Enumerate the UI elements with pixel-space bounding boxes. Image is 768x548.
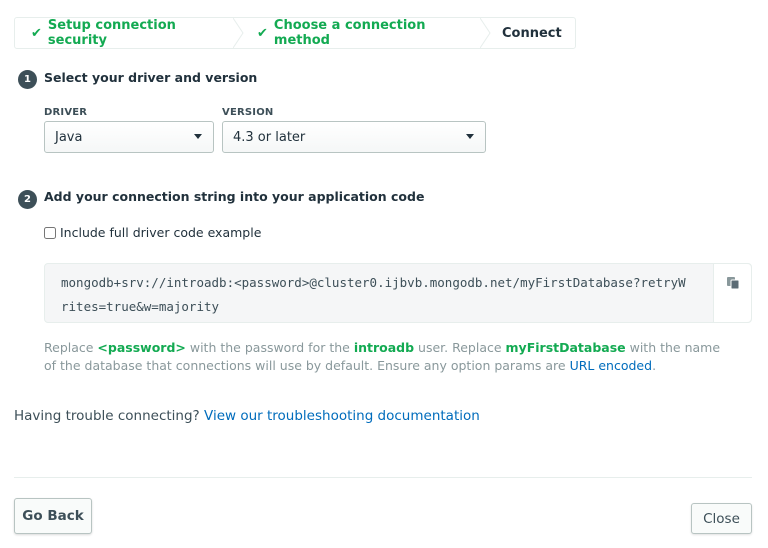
driver-select-value: Java [55,129,83,145]
caret-down-icon [194,134,202,139]
version-select[interactable]: 4.3 or later [222,121,486,153]
note-text: with the password for the [185,340,354,355]
include-example-checkbox[interactable] [44,226,56,239]
step-setup-security[interactable]: ✔ Setup connection security [15,18,244,48]
url-encoded-link[interactable]: URL encoded [570,358,652,373]
connection-string-text[interactable]: mongodb+srv://introadb:<password>@cluste… [61,271,691,319]
connection-steps: ✔ Setup connection security ✔ Choose a c… [14,17,576,49]
copy-icon [726,277,739,290]
chevron-separator-icon [233,18,244,48]
include-example-option[interactable]: Include full driver code example [44,225,261,240]
troubleshooting-link[interactable]: View our troubleshooting documentation [204,408,480,424]
note-db-highlight: myFirstDatabase [505,340,626,355]
note-text: user. Replace [414,340,506,355]
step-label: Choose a connection method [273,18,426,48]
driver-select[interactable]: Java [44,121,214,153]
close-button[interactable]: Close [691,503,752,534]
version-select-value: 4.3 or later [233,129,306,145]
step-label: Setup connection security [47,18,176,48]
step-connection-method[interactable]: ✔ Choose a connection method [239,18,491,48]
note-password-highlight: <password> [97,340,186,355]
connection-string-box: mongodb+srv://introadb:<password>@cluste… [44,263,752,323]
note-text: . [652,358,657,373]
section-title-connection-string: Add your connection string into your app… [44,189,425,204]
step-label: Connect [502,25,562,41]
connection-note: Replace <password> with the password for… [44,339,734,375]
trouble-text: Having trouble connecting? [14,408,205,424]
trouble-connecting: Having trouble connecting? View our trou… [14,408,480,424]
note-user-highlight: introadb [353,340,415,355]
step-connect[interactable]: Connect [486,18,575,48]
version-label: VERSION [222,107,274,118]
note-text: Replace [44,340,98,355]
copy-button[interactable] [713,264,751,322]
footer-divider [14,477,752,478]
check-icon: ✔ [257,25,268,41]
section-title-driver: Select your driver and version [44,70,258,85]
include-example-label: Include full driver code example [60,225,262,240]
step-number-badge: 1 [18,70,37,89]
step-number-badge: 2 [18,190,37,209]
driver-label: DRIVER [44,107,88,118]
caret-down-icon [466,134,474,139]
chevron-separator-icon [480,18,491,48]
go-back-button[interactable]: Go Back [14,498,92,534]
check-icon: ✔ [31,25,42,41]
